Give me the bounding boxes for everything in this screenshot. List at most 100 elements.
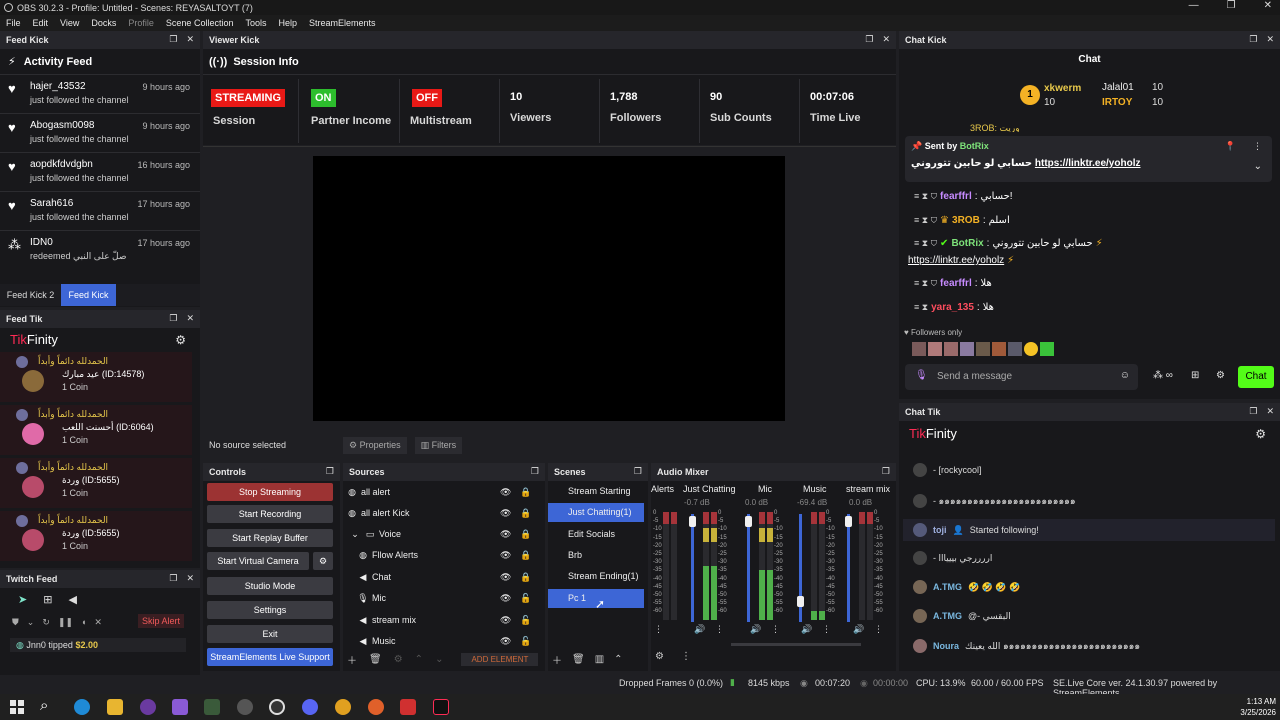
eye-icon[interactable]: 👁 — [500, 529, 511, 540]
eye-icon[interactable]: 👁 — [500, 572, 511, 583]
emote-icon[interactable] — [992, 342, 1006, 356]
settings-app-icon[interactable] — [237, 699, 253, 715]
source-item[interactable]: ◍ all alert Kick 👁 🔒 — [346, 503, 536, 523]
lock-icon[interactable]: 🔒 — [520, 487, 531, 498]
chat-input[interactable]: 🎙 Send a message ☺ — [905, 364, 1138, 390]
move-down-icon[interactable]: ⌄ — [435, 654, 443, 665]
studio-mode-button[interactable]: Studio Mode — [207, 577, 333, 595]
unlock-icon[interactable]: 🔓 — [520, 615, 531, 626]
menu-dots-icon[interactable]: ⋮ — [822, 624, 831, 635]
menu-dots-icon[interactable]: ⋮ — [874, 624, 883, 635]
menu-help[interactable]: Help — [278, 18, 297, 28]
eye-icon[interactable]: 👁 — [500, 487, 511, 498]
windows-start-icon[interactable] — [10, 700, 24, 714]
emote-icon[interactable] — [1040, 342, 1054, 356]
menu-dots-icon[interactable]: ⋮ — [771, 624, 780, 635]
start-virtual-camera-button[interactable]: Start Virtual Camera — [207, 552, 309, 570]
undock-icon[interactable]: ❐ — [169, 573, 177, 584]
move-up-icon[interactable]: ⌃ — [415, 654, 423, 665]
tab-feed-kick[interactable]: Feed Kick — [61, 284, 116, 306]
source-item[interactable]: ◀ Music 👁 🔓 — [357, 631, 547, 651]
source-item[interactable]: ◍ Fllow Alerts 👁 🔒 — [357, 545, 547, 565]
menu-profile[interactable]: Profile — [128, 18, 154, 28]
tab-feed-kick-2[interactable]: Feed Kick 2 — [0, 284, 61, 306]
trash-icon[interactable]: 🗑 — [369, 654, 382, 665]
source-group[interactable]: ⌄ ▭ Voice 👁 🔒 — [349, 524, 539, 544]
mute-icon[interactable]: ✕ — [94, 617, 102, 628]
skip-alert-button[interactable]: Skip Alert — [138, 614, 185, 628]
chat-user[interactable]: 3ROB — [952, 215, 980, 226]
undock-icon[interactable]: ❐ — [169, 313, 177, 324]
filters-button[interactable]: ▥ Filters — [414, 436, 463, 454]
menu-dots-icon[interactable]: ⋮ — [1253, 141, 1262, 152]
volume-slider[interactable] — [747, 514, 750, 622]
eye-icon[interactable]: 👁 — [500, 508, 511, 519]
eye-icon[interactable]: 👁 — [500, 550, 511, 561]
se-live-support-button[interactable]: StreamElements Live Support — [207, 648, 333, 666]
chat-send-button[interactable]: Chat — [1238, 366, 1274, 388]
close-icon[interactable]: ✕ — [1266, 34, 1274, 45]
chat-link[interactable]: https://linktr.ee/yoholz — [908, 255, 1004, 266]
undock-icon[interactable]: ❐ — [531, 466, 539, 477]
source-props-icon[interactable]: ⚙ — [394, 654, 403, 665]
close-icon[interactable]: ✕ — [186, 573, 194, 584]
maximize-icon[interactable]: ❐ — [1227, 0, 1236, 11]
program-preview-canvas[interactable] — [313, 156, 785, 421]
menu-docks[interactable]: Docks — [91, 18, 116, 28]
gift-icon[interactable]: ⊞ — [43, 593, 52, 606]
move-up-icon[interactable]: ⌃ — [614, 654, 622, 665]
lock-icon[interactable]: 🔒 — [520, 572, 531, 583]
obs-taskbar-icon[interactable] — [269, 699, 285, 715]
eye-icon[interactable]: 👁 — [500, 636, 511, 647]
close-icon[interactable]: ✕ — [1266, 406, 1274, 417]
shield-icon[interactable]: ⛊ — [12, 617, 19, 628]
menu-file[interactable]: File — [6, 18, 21, 28]
emote-icon[interactable] — [960, 342, 974, 356]
chat-user[interactable]: yara_135 — [931, 302, 974, 313]
properties-button[interactable]: ⚙ Properties — [343, 436, 407, 454]
volume-icon[interactable]: 🔊 — [801, 624, 812, 635]
add-element-button[interactable]: ADD ELEMENT — [461, 652, 539, 666]
megaphone-icon[interactable]: ◀ — [68, 593, 76, 606]
undock-icon[interactable]: ❐ — [882, 466, 890, 477]
unlock-icon[interactable]: 🔓 — [520, 636, 531, 647]
discord-icon[interactable] — [302, 699, 318, 715]
search-icon[interactable]: ⌕ — [40, 697, 48, 714]
volume-icon[interactable]: 🔊 — [853, 624, 864, 635]
volume-slider-knob[interactable] — [745, 516, 752, 527]
volume-slider-knob[interactable] — [689, 516, 696, 527]
pin-icon[interactable]: 📍 — [1225, 141, 1236, 152]
replay-icon[interactable]: ↻ — [42, 617, 50, 628]
emote-icon[interactable] — [912, 342, 926, 356]
terminal-icon[interactable] — [204, 699, 220, 715]
close-icon[interactable]: ✕ — [186, 34, 194, 45]
chevron-down-icon[interactable]: ⌄ — [27, 617, 35, 628]
lock-icon[interactable]: 🔒 — [520, 508, 531, 519]
source-item[interactable]: ◍ all alert 👁 🔒 — [346, 482, 536, 502]
gear-icon[interactable]: ⚙ — [1255, 421, 1266, 447]
menu-tools[interactable]: Tools — [245, 18, 266, 28]
file-explorer-icon[interactable] — [107, 699, 123, 715]
copilot-icon[interactable] — [172, 699, 188, 715]
emote-icon[interactable] — [976, 342, 990, 356]
volume-slider-knob[interactable] — [845, 516, 852, 527]
chat-user[interactable]: fearffrl — [940, 278, 972, 289]
chevron-down-icon[interactable]: ⌄ — [1254, 161, 1262, 172]
tik-chat-user[interactable]: A.TMG — [933, 611, 962, 621]
pause-icon[interactable]: ❚❚ — [58, 617, 73, 628]
volume-icon[interactable]: 🔊 — [750, 624, 761, 635]
source-item[interactable]: 🎙 Mic 👁 🔓 — [357, 588, 547, 608]
add-source-icon[interactable]: ＋ — [347, 652, 357, 667]
unlock-icon[interactable]: 🔓 — [520, 593, 531, 604]
mixer-scrollbar[interactable] — [731, 643, 861, 646]
undock-icon[interactable]: ❐ — [169, 34, 177, 45]
menu-view[interactable]: View — [60, 18, 79, 28]
trash-icon[interactable]: 🗑 — [572, 654, 585, 665]
tik-chat-user[interactable]: toji — [933, 525, 947, 535]
gear-icon[interactable]: ⚙ — [175, 328, 186, 352]
edge-icon[interactable] — [74, 699, 90, 715]
menu-scene-collection[interactable]: Scene Collection — [166, 18, 234, 28]
source-item[interactable]: ◀ Chat 👁 🔒 — [357, 567, 547, 587]
points-icon[interactable]: ⁂ ∞ — [1153, 370, 1173, 381]
tik-chat-user[interactable]: A.TMG — [933, 582, 962, 592]
